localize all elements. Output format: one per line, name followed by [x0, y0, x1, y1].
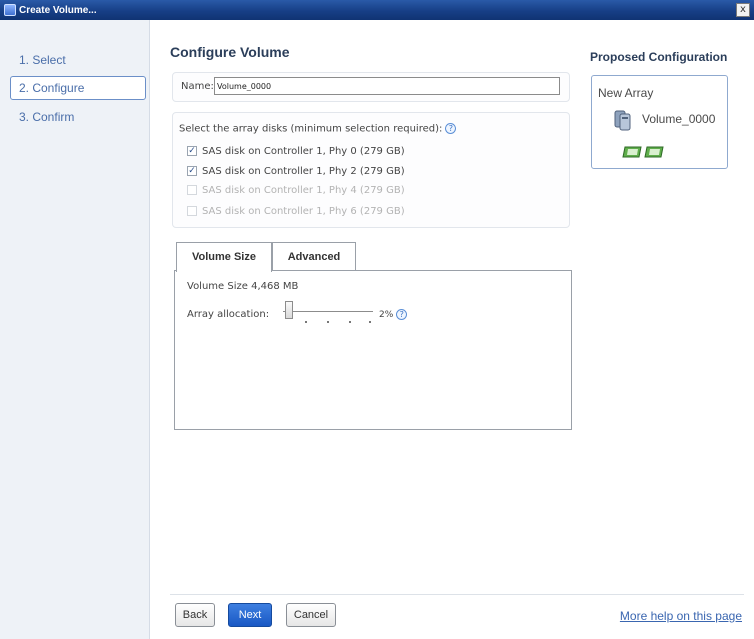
- volume-name-input[interactable]: [214, 77, 560, 95]
- disk-label: SAS disk on Controller 1, Phy 0 (279 GB): [202, 146, 405, 157]
- disk-option: SAS disk on Controller 1, Phy 6 (279 GB): [187, 206, 405, 217]
- help-icon[interactable]: ?: [445, 123, 457, 134]
- cancel-button[interactable]: Cancel: [286, 603, 336, 627]
- step-confirm[interactable]: 3. Confirm: [10, 105, 146, 129]
- close-button[interactable]: x: [736, 3, 750, 17]
- disk-label: SAS disk on Controller 1, Phy 4 (279 GB): [202, 185, 405, 196]
- window-title: Create Volume...: [19, 4, 97, 16]
- proposed-config-box: New Array Volume_0000: [591, 75, 728, 169]
- disk-option[interactable]: ✓ SAS disk on Controller 1, Phy 0 (279 GB…: [187, 146, 405, 157]
- footer-separator: [170, 594, 744, 595]
- disk-checkbox: [187, 185, 197, 195]
- next-button[interactable]: Next: [228, 603, 272, 627]
- proposed-config-title: Proposed Configuration: [590, 50, 728, 64]
- title-bar: Create Volume... x: [0, 0, 754, 20]
- page-title: Configure Volume: [170, 44, 290, 60]
- array-allocation-slider[interactable]: [283, 301, 373, 323]
- disk-option[interactable]: ✓ SAS disk on Controller 1, Phy 2 (279 GB…: [187, 166, 405, 177]
- help-icon[interactable]: ?: [396, 309, 408, 320]
- disk-prompt-text: Select the array disks (minimum selectio…: [179, 123, 443, 135]
- step-configure[interactable]: 2. Configure: [10, 76, 146, 100]
- disk-checkbox: [187, 206, 197, 216]
- slider-line: [283, 311, 373, 312]
- slider-tick: [305, 321, 307, 323]
- app-icon: [4, 4, 16, 16]
- step-select[interactable]: 1. Select: [10, 48, 146, 72]
- disk-checkbox[interactable]: ✓: [187, 146, 197, 156]
- disk-icon: [644, 146, 664, 158]
- tab-volume-size[interactable]: Volume Size: [176, 242, 272, 272]
- volume-size-panel: Volume Size 4,468 MB Array allocation: 2…: [174, 270, 572, 430]
- disk-icon: [622, 146, 642, 158]
- array-label: New Array: [598, 86, 654, 100]
- disk-selection-prompt: Select the array disks (minimum selectio…: [179, 123, 457, 135]
- array-allocation-value: 2%?: [379, 309, 408, 320]
- disk-selection-group: Select the array disks (minimum selectio…: [172, 112, 570, 228]
- name-group: Name:: [172, 72, 570, 102]
- volume-size-text: Volume Size 4,468 MB: [187, 281, 299, 292]
- disk-label: SAS disk on Controller 1, Phy 2 (279 GB): [202, 166, 405, 177]
- allocation-percent: 2%: [379, 310, 394, 320]
- slider-tick: [327, 321, 329, 323]
- wizard-steps-sidebar: 1. Select 2. Configure 3. Confirm: [0, 20, 150, 639]
- array-allocation-label: Array allocation:: [187, 309, 270, 320]
- slider-tick: [369, 321, 371, 323]
- slider-tick: [349, 321, 351, 323]
- disk-option: SAS disk on Controller 1, Phy 4 (279 GB): [187, 185, 405, 196]
- volume-label: Volume_0000: [642, 112, 716, 126]
- back-button[interactable]: Back: [175, 603, 215, 627]
- slider-thumb[interactable]: [285, 301, 293, 319]
- disk-checkbox[interactable]: ✓: [187, 166, 197, 176]
- more-help-link[interactable]: More help on this page: [620, 609, 742, 623]
- disk-label: SAS disk on Controller 1, Phy 6 (279 GB): [202, 206, 405, 217]
- name-label: Name:: [181, 81, 214, 92]
- volume-icon: [614, 110, 631, 131]
- tab-advanced[interactable]: Advanced: [272, 242, 356, 270]
